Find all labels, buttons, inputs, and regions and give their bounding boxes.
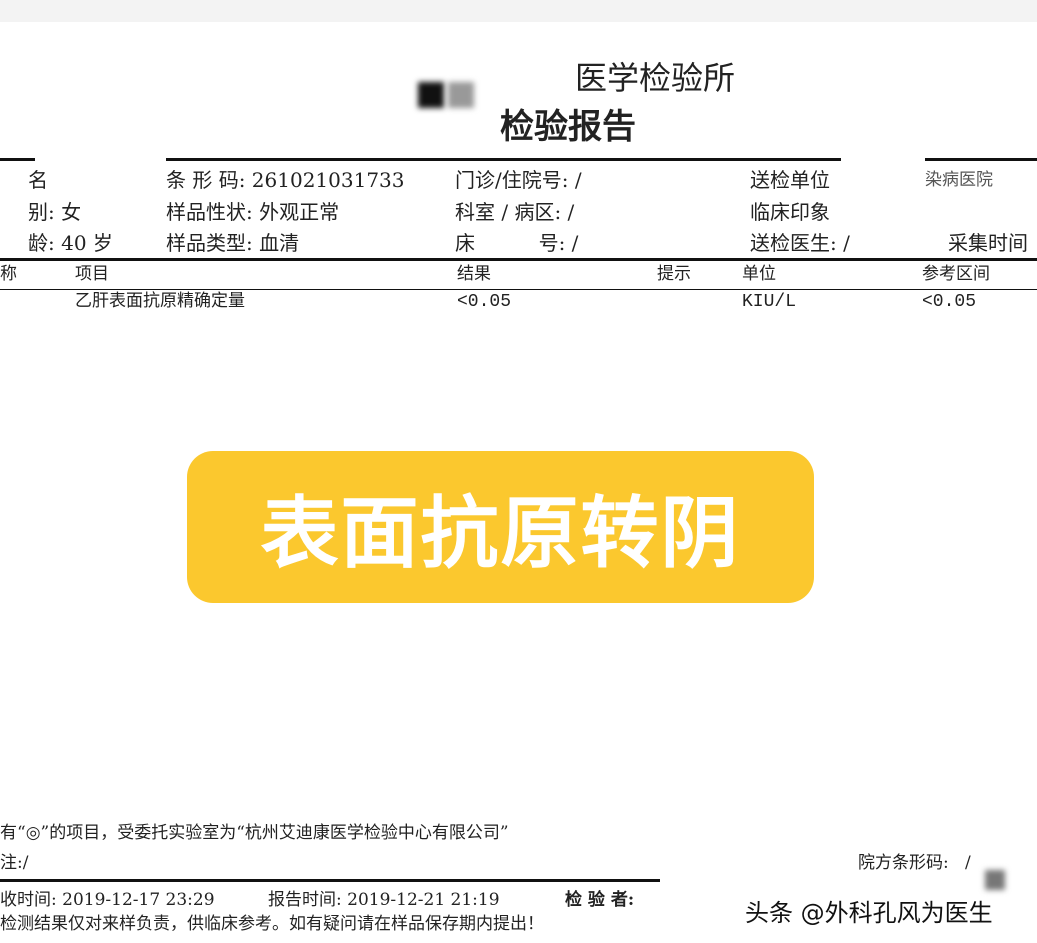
highlight-banner: 表面抗原转阴 [187, 451, 814, 603]
col-header-unit: 单位 [742, 266, 776, 283]
row-reference: <0.05 [922, 293, 976, 311]
remark: 注:/ [0, 855, 28, 872]
report-time: 报告时间: 2019-12-21 21:19 [268, 892, 500, 909]
redaction-block [418, 82, 444, 108]
col-header-reference: 参考区间 [922, 266, 990, 283]
col-header-item: 项目 [75, 266, 109, 283]
redaction-block [985, 870, 1005, 890]
clinical-impression-label: 临床印象 [750, 202, 830, 222]
divider [0, 158, 35, 161]
patient-name-label: 名 [28, 170, 48, 190]
row-unit: KIU/L [742, 293, 796, 311]
sample-appearance: 样品性状: 外观正常 [166, 202, 339, 222]
divider [0, 289, 1037, 290]
col-header-result: 结果 [457, 266, 491, 283]
divider [166, 158, 841, 161]
col-header-flag: 提示 [657, 266, 691, 283]
department: 科室 / 病区: / [455, 202, 574, 222]
sample-type: 样品类型: 血清 [166, 233, 299, 253]
divider [925, 158, 1037, 161]
row-result: <0.05 [457, 293, 511, 311]
hospital-barcode: 院方条形码: / [858, 855, 971, 872]
submit-unit-value: 染病医院 [925, 172, 993, 189]
outsourced-note: 有“◎”的项目，受委托实验室为“杭州艾迪康医学检验中心有限公司” [0, 825, 509, 842]
banner-text: 表面抗原转阴 [260, 471, 740, 583]
receive-time: 收时间: 2019-12-17 23:29 [0, 892, 215, 909]
redaction-block [448, 82, 474, 108]
submit-unit-label: 送检单位 [750, 170, 830, 190]
sample-barcode: 条 形 码: 261021031733 [166, 170, 405, 190]
disclaimer: 检测结果仅对来样负责，供临床参考。如有疑问请在样品保存期内提出！ [0, 916, 544, 933]
top-margin [0, 0, 1037, 22]
submit-doctor: 送检医生: / [750, 233, 850, 253]
patient-age: 龄: 40 岁 [28, 233, 113, 253]
row-item: 乙肝表面抗原精确定量 [75, 293, 245, 310]
report-title: 检验报告 [500, 110, 636, 144]
bed-number: 床 号: / [455, 233, 578, 253]
watermark: 头条 @外科孔风为医生 [745, 893, 993, 928]
divider [0, 258, 1037, 261]
inspector-label: 检 验 者: [565, 892, 634, 909]
divider [0, 879, 660, 882]
outpatient-number: 门诊/住院号: / [455, 170, 582, 190]
collect-time-label: 采集时间 [948, 233, 1028, 253]
patient-gender: 别: 女 [28, 202, 81, 222]
col-header-name: 称 [0, 266, 17, 283]
institution-name: 医学检验所 [575, 62, 735, 94]
